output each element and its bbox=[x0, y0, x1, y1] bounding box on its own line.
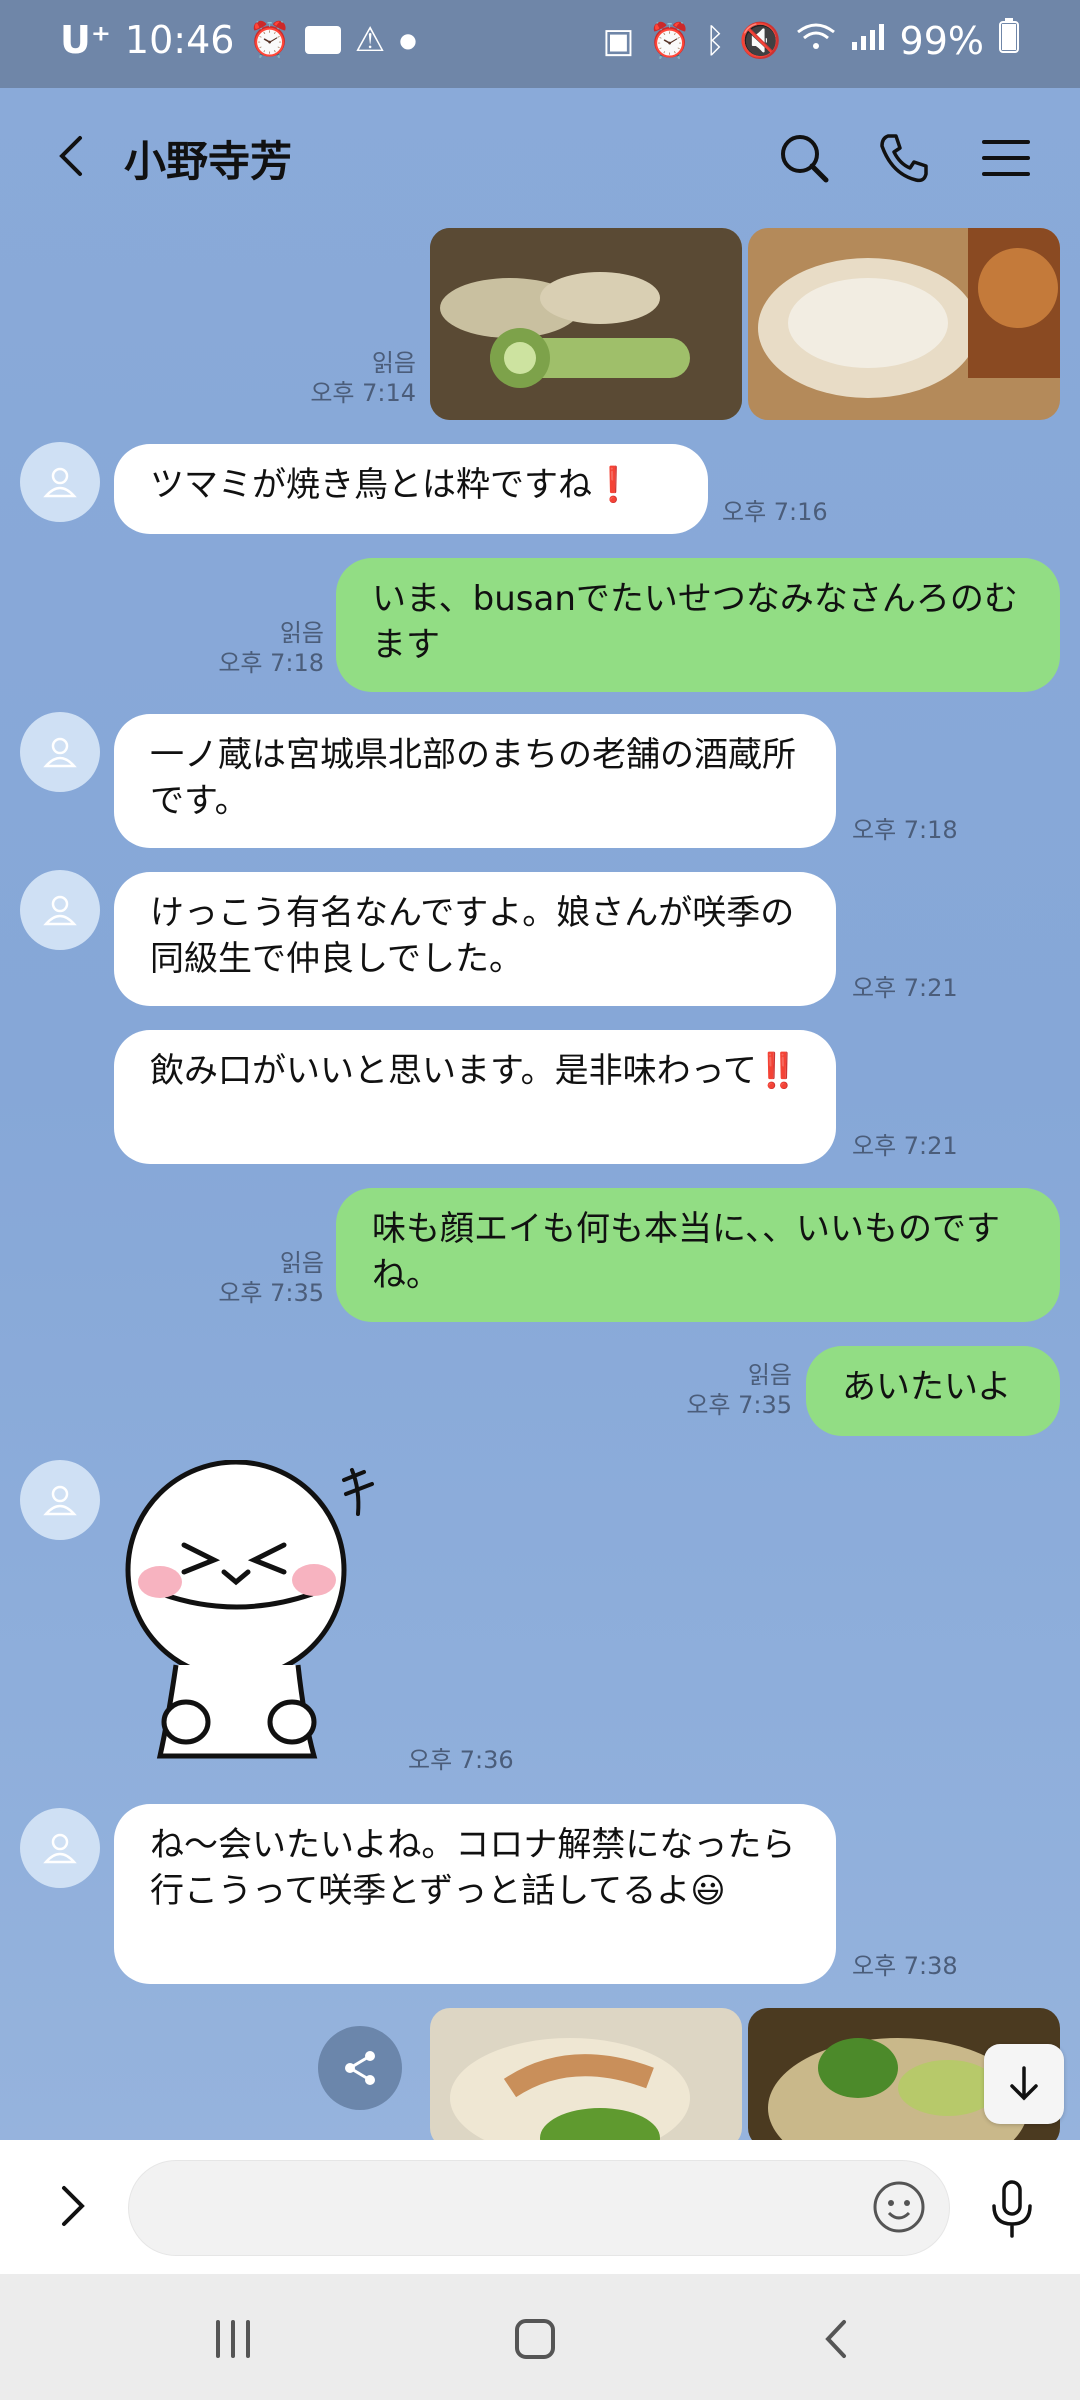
message-input-field[interactable] bbox=[128, 2160, 950, 2257]
person-icon bbox=[43, 1485, 77, 1516]
message-bubble-incoming[interactable]: ね〜会いたいよね。コロナ解禁になったら行こうって咲季とずっと話してるよ😃 bbox=[114, 1804, 836, 1984]
avatar[interactable] bbox=[20, 712, 100, 792]
avatar[interactable] bbox=[20, 1460, 100, 1540]
home-button[interactable] bbox=[500, 2304, 570, 2374]
mute-icon: 🔇 bbox=[739, 20, 782, 61]
message-bubble-outgoing[interactable]: 味も顔エイも何も本当に、、いいものですね。 bbox=[336, 1188, 1060, 1322]
home-icon bbox=[515, 2319, 555, 2359]
person-icon bbox=[43, 467, 77, 498]
share-button[interactable] bbox=[318, 2026, 402, 2110]
avatar[interactable] bbox=[20, 1808, 100, 1888]
voice-input-button[interactable] bbox=[980, 2176, 1044, 2240]
signal-icon bbox=[850, 21, 886, 61]
alarm-icon: ⏰ bbox=[248, 20, 291, 60]
message-text: いま、busanでたいせつなみなさんろのむます bbox=[372, 579, 1018, 665]
back-button[interactable] bbox=[42, 126, 102, 186]
photo-thumbnail[interactable] bbox=[430, 2008, 742, 2140]
read-status: 읽음 오후 7:18 bbox=[218, 619, 324, 677]
recent-apps-icon bbox=[216, 2320, 250, 2358]
bluetooth-icon: ᛒ bbox=[704, 20, 726, 61]
alarm-icon: ⏰ bbox=[648, 20, 691, 61]
message-time: 오후 7:18 bbox=[852, 816, 958, 844]
message-text: 一ノ蔵は宮城県北部のまちの老舗の酒蔵所です。 bbox=[150, 735, 796, 821]
message-bubble-outgoing[interactable]: いま、busanでたいせつなみなさんろのむます bbox=[336, 558, 1060, 692]
chat-screen: U⁺ 10:46 ⏰ ⚠ ● ▣ ⏰ ᛒ 🔇 99% 小野寺芳 읽음 오후 7:… bbox=[0, 0, 1080, 2400]
search-button[interactable] bbox=[774, 128, 834, 188]
scroll-to-bottom-button[interactable] bbox=[984, 2044, 1064, 2124]
read-status: 읽음 오후 7:35 bbox=[218, 1249, 324, 1307]
message-bubble-incoming[interactable]: 飲み口がいいと思います。是非味わって‼️ bbox=[114, 1030, 836, 1164]
message-bubble-incoming[interactable]: 一ノ蔵は宮城県北部のまちの老舗の酒蔵所です。 bbox=[114, 714, 836, 848]
smiley-icon bbox=[873, 2181, 925, 2233]
cgv-icon bbox=[304, 26, 341, 54]
person-icon bbox=[43, 737, 77, 768]
call-button[interactable] bbox=[874, 128, 934, 188]
message-text: ね〜会いたいよね。コロナ解禁になったら行こうって咲季とずっと話してるよ😃 bbox=[150, 1825, 796, 1911]
hamburger-menu-icon bbox=[982, 140, 1030, 176]
message-text: 味も顔エイも何も本当に、、いいものですね。 bbox=[372, 1209, 1000, 1295]
person-icon bbox=[43, 1833, 77, 1864]
message-text: けっこう有名なんですよ。娘さんが咲季の同級生で仲良しでした。 bbox=[150, 893, 795, 979]
arrow-down-icon bbox=[1010, 2066, 1038, 2101]
menu-button[interactable] bbox=[976, 128, 1036, 188]
back-nav-button[interactable] bbox=[802, 2304, 872, 2374]
message-input[interactable] bbox=[165, 2161, 869, 2257]
message-time: 오후 7:38 bbox=[852, 1952, 958, 1980]
message-time: 오후 7:21 bbox=[852, 1132, 958, 1160]
search-icon bbox=[781, 135, 829, 183]
battery-saver-icon: ▣ bbox=[602, 20, 635, 61]
battery-icon bbox=[998, 18, 1020, 63]
message-time: 오후 7:21 bbox=[852, 974, 958, 1002]
message-list[interactable]: 읽음 오후 7:14 ツマミが焼き鳥とは粋ですね❗ 오후 7:16 읽음 오후 … bbox=[0, 228, 1080, 2140]
avatar[interactable] bbox=[20, 870, 100, 950]
expand-button[interactable] bbox=[44, 2176, 104, 2236]
clock: 10:46 bbox=[124, 18, 235, 62]
message-bubble-incoming[interactable]: けっこう有名なんですよ。娘さんが咲季の同級生で仲良しでした。 bbox=[114, 872, 836, 1006]
chevron-left-icon bbox=[59, 136, 82, 176]
chat-header: 小野寺芳 bbox=[0, 88, 1080, 228]
message-text: 飲み口がいいと思います。是非味わって‼️ bbox=[150, 1051, 800, 1091]
read-status: 읽음 오후 7:14 bbox=[310, 349, 416, 407]
status-bar: U⁺ 10:46 ⏰ ⚠ ● ▣ ⏰ ᛒ 🔇 99% bbox=[0, 0, 1080, 88]
chat-title: 小野寺芳 bbox=[124, 137, 293, 186]
chevron-right-icon bbox=[62, 2186, 85, 2226]
photo-thumbnail[interactable] bbox=[748, 228, 1060, 420]
system-navigation-bar bbox=[0, 2274, 1080, 2400]
person-icon bbox=[43, 895, 77, 926]
smiling-character-sticker[interactable] bbox=[114, 1459, 404, 1760]
message-time: 오후 7:16 bbox=[722, 498, 828, 526]
wifi-icon bbox=[796, 21, 836, 61]
avatar[interactable] bbox=[20, 442, 100, 522]
recent-apps-button[interactable] bbox=[198, 2304, 268, 2374]
message-time: 오후 7:36 bbox=[408, 1746, 514, 1774]
message-input-bar bbox=[0, 2140, 1080, 2274]
share-icon bbox=[345, 2051, 375, 2085]
phone-icon bbox=[880, 134, 928, 183]
message-bubble-incoming[interactable]: ツマミが焼き鳥とは粋ですね❗ bbox=[114, 444, 708, 534]
back-icon bbox=[825, 2320, 846, 2358]
microphone-icon bbox=[992, 2180, 1032, 2238]
carrier-label: U⁺ bbox=[60, 18, 111, 62]
battery-percent: 99% bbox=[899, 18, 984, 63]
message-text: あいたいよ bbox=[842, 1367, 1012, 1407]
message-text: ツマミが焼き鳥とは粋ですね❗ bbox=[150, 465, 635, 505]
message-bubble-outgoing[interactable]: あいたいよ bbox=[806, 1346, 1060, 1436]
warning-icon: ⚠ bbox=[354, 20, 386, 60]
read-status: 읽음 오후 7:35 bbox=[686, 1361, 792, 1419]
emoji-button[interactable] bbox=[869, 2177, 929, 2237]
dot-icon: ● bbox=[399, 28, 417, 52]
photo-thumbnail[interactable] bbox=[430, 228, 742, 420]
